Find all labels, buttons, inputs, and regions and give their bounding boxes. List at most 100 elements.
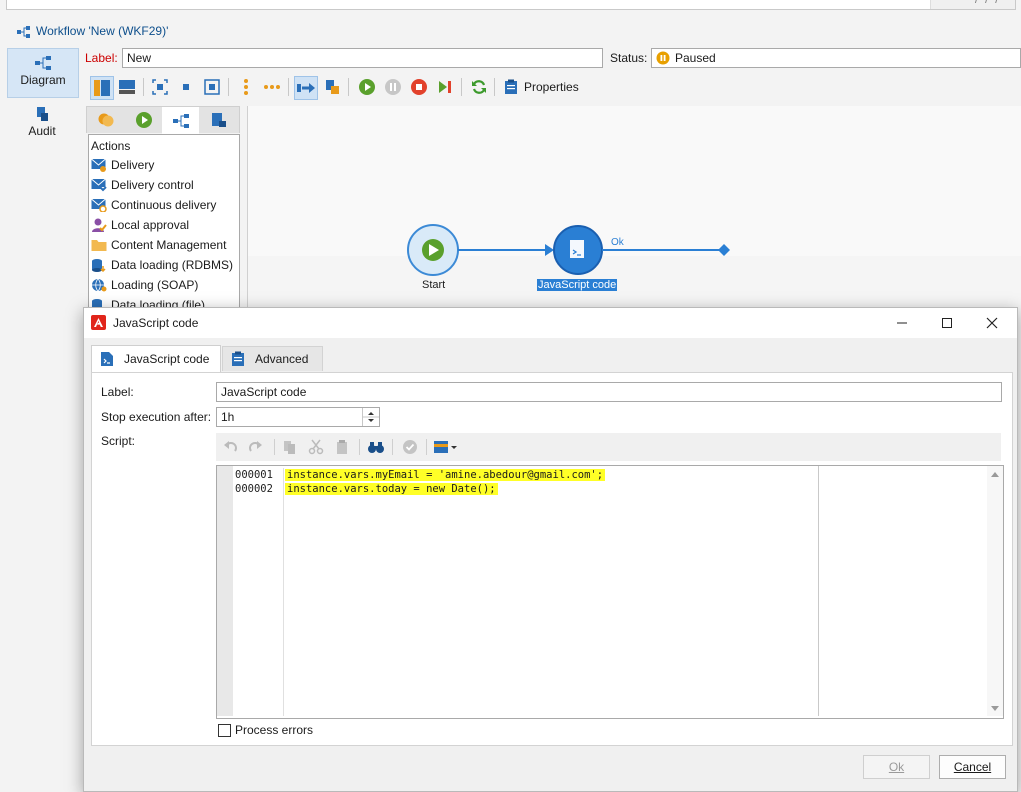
palette-tab-flow-control[interactable] — [125, 107, 162, 133]
palette-tab-events[interactable] — [200, 107, 237, 133]
binoculars-icon — [368, 442, 384, 453]
palette-item-delivery-control[interactable]: Delivery control — [89, 175, 239, 195]
properties-label: Properties — [524, 80, 579, 94]
script-toolbar — [216, 433, 1001, 461]
maximize-button[interactable] — [937, 313, 957, 333]
scissors-icon — [308, 439, 324, 455]
palette-item-data-loading-rdbms[interactable]: Data loading (RDBMS) — [89, 255, 239, 275]
zoom-selection-icon — [204, 79, 220, 95]
minimize-button[interactable] — [892, 313, 912, 333]
tab-javascript-code[interactable]: JavaScript code — [91, 345, 221, 372]
palette-tab-targeting[interactable] — [87, 107, 124, 133]
transition-mode-button[interactable] — [294, 76, 318, 100]
zoom-fit-icon — [152, 79, 168, 95]
palette-item-delivery[interactable]: Delivery — [89, 155, 239, 175]
nav-diagram[interactable]: Diagram — [7, 48, 79, 98]
continuous-delivery-icon — [91, 198, 107, 212]
horizontal-dots-button[interactable] — [261, 76, 283, 98]
palette-item-label: Continuous delivery — [111, 198, 217, 212]
zoom-selection-button[interactable] — [201, 76, 223, 98]
insert-field-dropdown[interactable] — [432, 437, 460, 457]
top-strip: / / / — [0, 0, 1021, 16]
palette-category: Actions — [91, 139, 131, 153]
refresh-icon — [472, 80, 486, 94]
palette-item-local-approval[interactable]: Local approval — [89, 215, 239, 235]
play-icon — [359, 79, 375, 95]
stop-button[interactable] — [408, 76, 430, 98]
palette-item-label: Content Management — [111, 238, 227, 252]
process-errors-checkbox[interactable] — [218, 723, 231, 737]
palette-item-loading-soap[interactable]: Loading (SOAP) — [89, 275, 239, 295]
palette-tab-actions[interactable] — [162, 107, 199, 134]
local-approval-icon — [92, 218, 107, 232]
copy-icon — [284, 441, 295, 454]
javascript-code-panel: Label: JavaScript code Stop execution af… — [91, 372, 1013, 746]
ok-label: Ok — [888, 760, 905, 774]
palette-item-continuous-delivery[interactable]: Continuous delivery — [89, 195, 239, 215]
duration-spinner[interactable] — [362, 408, 379, 426]
check-syntax-button[interactable] — [400, 437, 420, 457]
targeting-icon — [98, 113, 113, 127]
arrow-right-icon — [297, 83, 315, 93]
activity-palette: Actions Delivery Delivery control Contin… — [88, 134, 240, 308]
pause-status-icon — [656, 51, 670, 65]
diagram-icon — [35, 56, 51, 70]
close-icon — [986, 317, 998, 329]
close-button[interactable] — [982, 313, 1002, 333]
delivery-control-icon — [91, 178, 107, 192]
workflow-header: Workflow 'New (WKF29)' — [0, 17, 1021, 45]
activity-label-input[interactable]: JavaScript code — [216, 382, 1002, 402]
tab-advanced[interactable]: Advanced — [222, 346, 323, 371]
audit-icon — [37, 107, 48, 121]
layout-vertical-button[interactable] — [90, 76, 114, 100]
palette-item-content-management[interactable]: Content Management — [89, 235, 239, 255]
refresh-button[interactable] — [468, 76, 490, 98]
tab-javascript-code-label: JavaScript code — [124, 352, 210, 366]
find-button[interactable] — [366, 437, 386, 457]
vertical-dots-icon — [244, 79, 248, 95]
redo-button[interactable] — [246, 437, 266, 457]
process-errors-label: Process errors — [235, 723, 314, 737]
arrowhead — [545, 244, 554, 256]
adobe-logo-icon — [91, 315, 106, 330]
palette-item-label: Delivery — [111, 158, 155, 172]
layout-horizontal-button[interactable] — [116, 76, 138, 98]
clipboard-icon — [232, 351, 244, 366]
toolbar-separator — [348, 78, 349, 96]
vertical-dots-button[interactable] — [235, 76, 257, 98]
stop-execution-input[interactable]: 1h — [216, 407, 380, 427]
nav-audit[interactable]: Audit — [7, 100, 77, 140]
zoom-actual-button[interactable] — [175, 76, 197, 98]
scroll-arrows-icon — [991, 472, 999, 711]
transition-end-diamond — [718, 244, 730, 256]
transition-ok-label: Ok — [611, 237, 624, 248]
insert-activity-button[interactable] — [321, 76, 343, 98]
pause-icon — [385, 79, 401, 95]
palette-item-label: Delivery control — [111, 178, 194, 192]
code-line: instance.vars.myEmail = 'amine.abedour@g… — [285, 469, 606, 481]
editor-scrollbar[interactable] — [987, 466, 1003, 716]
undo-button[interactable] — [220, 437, 240, 457]
clipboard-icon — [505, 79, 517, 94]
workflow-label-input[interactable]: New — [122, 48, 603, 68]
script-editor[interactable]: 000001 000002 instance.vars.myEmail = 'a… — [216, 465, 1004, 719]
ok-button[interactable]: Ok — [863, 755, 930, 779]
palette-item-label: Data loading (RDBMS) — [111, 258, 234, 272]
start-button[interactable] — [356, 76, 378, 98]
line-number: 000001 — [235, 469, 273, 481]
toolbar-separator — [288, 78, 289, 96]
paste-button[interactable] — [332, 437, 352, 457]
code-area[interactable]: instance.vars.myEmail = 'amine.abedour@g… — [285, 468, 606, 496]
resume-button[interactable] — [434, 76, 456, 98]
cut-button[interactable] — [306, 437, 326, 457]
layout-vertical-icon — [94, 80, 110, 96]
zoom-fit-button[interactable] — [149, 76, 171, 98]
palette-item-label: Local approval — [111, 218, 190, 232]
insert-field-icon — [434, 441, 457, 453]
diagram-icon — [172, 113, 189, 128]
pause-button[interactable] — [382, 76, 404, 98]
copy-button[interactable] — [280, 437, 300, 457]
cancel-button[interactable]: Cancel — [939, 755, 1006, 779]
stop-icon — [411, 79, 427, 95]
properties-button[interactable]: Properties — [504, 79, 579, 95]
